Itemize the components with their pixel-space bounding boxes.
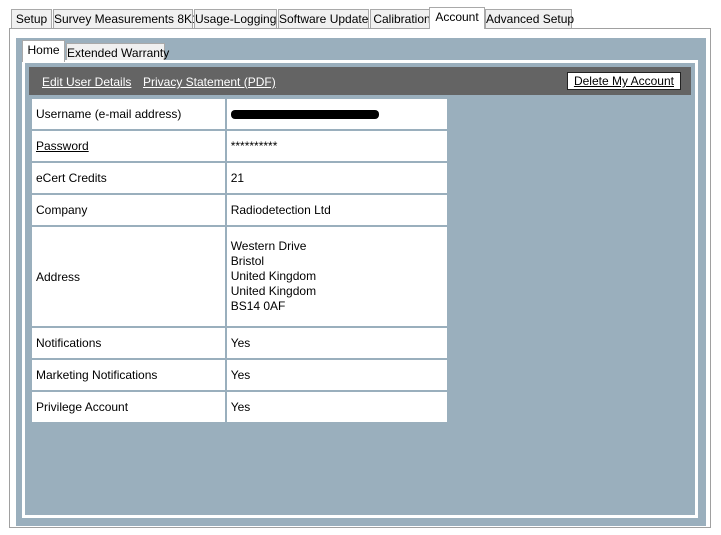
address-line: United Kingdom	[230, 284, 317, 298]
account-details-table: Username (e-mail address) Password *****…	[30, 97, 450, 424]
address-line: Western Drive	[230, 239, 307, 253]
address-line: BS14 0AF	[230, 299, 286, 313]
privilege-account-value: Yes	[224, 390, 450, 424]
notifications-value: Yes	[224, 326, 450, 360]
tab-software-update[interactable]: Software Update	[278, 9, 369, 28]
subtab-home[interactable]: Home	[22, 40, 65, 62]
table-row: Company Radiodetection Ltd	[30, 193, 450, 227]
main-tab-strip: Setup Survey Measurements 8K1 Usage-Logg…	[11, 7, 711, 29]
edit-user-details-link[interactable]: Edit User Details	[42, 75, 131, 89]
address-line: Bristol	[230, 254, 265, 268]
home-panel: Edit User Details Privacy Statement (PDF…	[22, 60, 698, 518]
notifications-label: Notifications	[30, 326, 227, 360]
company-label: Company	[30, 193, 227, 227]
credits-value: 21	[224, 161, 450, 195]
tab-usage-logging[interactable]: Usage-Logging	[194, 9, 277, 28]
tab-survey-measurements[interactable]: Survey Measurements 8K1	[53, 9, 199, 28]
password-link[interactable]: Password	[36, 139, 89, 153]
credits-label: eCert Credits	[30, 161, 227, 195]
tab-account[interactable]: Account	[429, 7, 485, 29]
username-value	[224, 97, 450, 131]
table-row: Privilege Account Yes	[30, 390, 450, 424]
tab-calibration[interactable]: Calibration	[370, 9, 434, 28]
table-row: eCert Credits 21	[30, 161, 450, 195]
privacy-statement-link[interactable]: Privacy Statement (PDF)	[143, 75, 276, 89]
table-row: Marketing Notifications Yes	[30, 358, 450, 392]
redacted-email	[230, 110, 379, 120]
marketing-notifications-label: Marketing Notifications	[30, 358, 227, 392]
password-cell: Password	[30, 129, 227, 163]
table-row: Username (e-mail address)	[30, 97, 450, 131]
marketing-notifications-value: Yes	[224, 358, 450, 392]
address-label: Address	[30, 225, 227, 328]
privilege-account-label: Privilege Account	[30, 390, 227, 424]
address-line: United Kingdom	[230, 269, 317, 283]
tab-setup[interactable]: Setup	[11, 9, 52, 28]
username-label: Username (e-mail address)	[30, 97, 227, 131]
table-row: Password **********	[30, 129, 450, 163]
table-row: Notifications Yes	[30, 326, 450, 360]
table-row: Address Western Drive Bristol United Kin…	[30, 225, 450, 328]
tab-advanced-setup[interactable]: Advanced Setup	[485, 9, 574, 28]
address-value: Western Drive Bristol United Kingdom Uni…	[224, 225, 450, 328]
account-toolbar: Edit User Details Privacy Statement (PDF…	[29, 67, 691, 95]
delete-account-button[interactable]: Delete My Account	[566, 72, 681, 90]
company-value: Radiodetection Ltd	[224, 193, 450, 227]
password-value: **********	[224, 129, 450, 163]
